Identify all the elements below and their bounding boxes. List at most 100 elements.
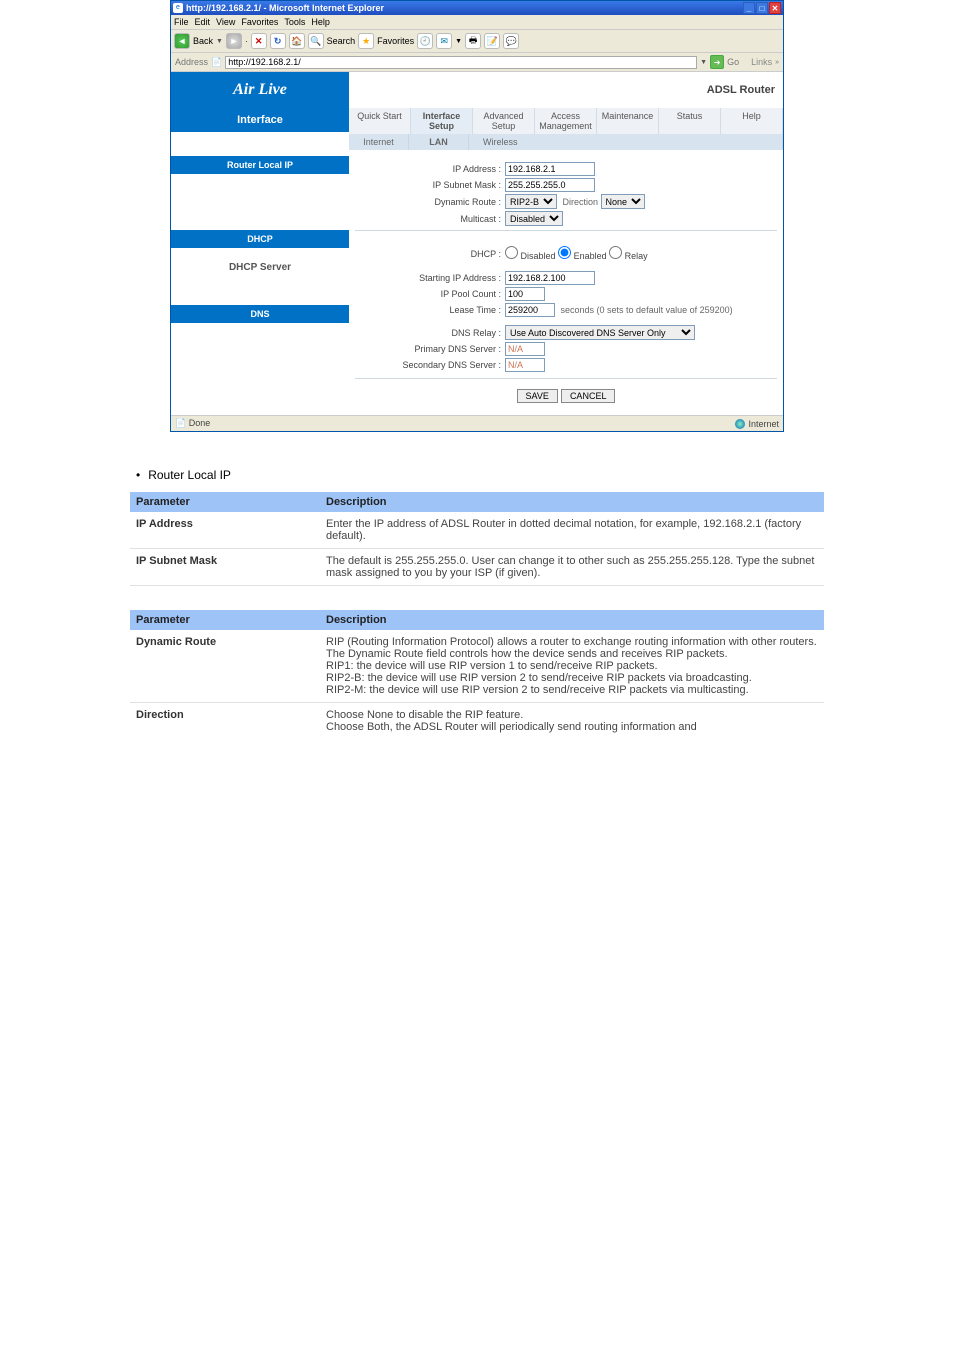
menu-file[interactable]: File <box>174 17 189 27</box>
close-button[interactable]: ✕ <box>769 2 781 14</box>
address-label: Address <box>175 57 208 67</box>
dynamic-route-label: Dynamic Route : <box>355 197 505 207</box>
home-button[interactable]: 🏠 <box>289 33 305 49</box>
ip-address-label: IP Address : <box>355 164 505 174</box>
subtab-lan[interactable]: LAN <box>409 134 469 150</box>
back-button[interactable]: ◄ <box>174 33 190 49</box>
table-cell: IP Subnet Mask <box>130 549 320 586</box>
direction-label: Direction <box>563 197 599 207</box>
history-icon[interactable]: 🕘 <box>417 33 433 49</box>
table-cell: IP Address <box>130 512 320 549</box>
refresh-button[interactable]: ↻ <box>270 33 286 49</box>
back-label: Back <box>193 36 213 46</box>
mail-icon[interactable]: ✉ <box>436 33 452 49</box>
dhcp-enabled-radio[interactable]: Enabled <box>558 251 607 261</box>
table-header: Description <box>320 492 824 512</box>
status-text: Done <box>189 418 211 428</box>
titlebar: e http://192.168.2.1/ - Microsoft Intern… <box>171 1 783 15</box>
forward-button[interactable]: ► <box>226 33 242 49</box>
tab-interface-setup[interactable]: Interface Setup <box>411 108 473 134</box>
done-icon: 📄 <box>175 418 186 428</box>
ip-address-input[interactable] <box>505 162 595 176</box>
dns-relay-select[interactable]: Use Auto Discovered DNS Server Only <box>505 325 695 340</box>
maximize-button[interactable]: □ <box>756 2 768 14</box>
go-button[interactable]: ➜ <box>710 55 724 69</box>
dhcp-label: DHCP : <box>355 249 505 259</box>
lease-time-label: Lease Time : <box>355 305 505 315</box>
subtab-wireless[interactable]: Wireless <box>469 134 783 150</box>
brand-logo: Air Live <box>171 72 349 108</box>
dynamic-route-select[interactable]: RIP2-B <box>505 194 557 209</box>
window-title: http://192.168.2.1/ - Microsoft Internet… <box>186 3 742 13</box>
stop-button[interactable]: ✕ <box>251 33 267 49</box>
table-cell: Choose None to disable the RIP feature. … <box>320 703 824 740</box>
url-icon: 📄 <box>211 57 222 68</box>
links-label[interactable]: Links <box>751 57 772 67</box>
edit-icon[interactable]: 📝 <box>484 33 500 49</box>
primary-dns-input[interactable] <box>505 342 545 356</box>
multicast-label: Multicast : <box>355 214 505 224</box>
address-input[interactable] <box>225 56 697 69</box>
direction-select[interactable]: None <box>601 194 645 209</box>
pool-count-input[interactable] <box>505 287 545 301</box>
doc-table-1: ParameterDescription IP AddressEnter the… <box>130 492 824 586</box>
subtab-internet[interactable]: Internet <box>349 134 409 150</box>
dns-relay-label: DNS Relay : <box>355 328 505 338</box>
print-icon[interactable]: 🖶 <box>465 33 481 49</box>
subnet-mask-label: IP Subnet Mask : <box>355 180 505 190</box>
tab-quick-start[interactable]: Quick Start <box>349 108 411 134</box>
statusbar: 📄 Done Internet <box>171 415 783 431</box>
cancel-button[interactable]: CANCEL <box>561 389 616 403</box>
search-label[interactable]: Search <box>327 36 356 46</box>
table-cell: The default is 255.255.255.0. User can c… <box>320 549 824 586</box>
lease-time-input[interactable] <box>505 303 555 317</box>
search-icon[interactable]: 🔍 <box>308 33 324 49</box>
table-cell: Enter the IP address of ADSL Router in d… <box>320 512 824 549</box>
go-label: Go <box>727 57 739 67</box>
multicast-select[interactable]: Disabled <box>505 211 563 226</box>
save-button[interactable]: SAVE <box>517 389 558 403</box>
primary-dns-label: Primary DNS Server : <box>355 344 505 354</box>
start-ip-input[interactable] <box>505 271 595 285</box>
favorites-label[interactable]: Favorites <box>377 36 414 46</box>
table-header: Parameter <box>130 610 320 630</box>
table-header: Description <box>320 610 824 630</box>
pool-count-label: IP Pool Count : <box>355 289 505 299</box>
tab-access-management[interactable]: Access Management <box>535 108 597 134</box>
tab-advanced-setup[interactable]: Advanced Setup <box>473 108 535 134</box>
left-heading: Interface <box>171 108 349 132</box>
section-router-local-ip: Router Local IP <box>171 156 349 174</box>
section-dns: DNS <box>171 305 349 323</box>
tab-maintenance[interactable]: Maintenance <box>597 108 659 134</box>
dhcp-relay-radio[interactable]: Relay <box>609 251 648 261</box>
dhcp-disabled-radio[interactable]: Disabled <box>505 251 556 261</box>
menu-favorites[interactable]: Favorites <box>241 17 278 27</box>
addressbar: Address 📄 ▼ ➜ Go Links » <box>171 53 783 72</box>
subnet-mask-input[interactable] <box>505 178 595 192</box>
menu-tools[interactable]: Tools <box>284 17 305 27</box>
secondary-dns-input[interactable] <box>505 358 545 372</box>
table-header: Parameter <box>130 492 320 512</box>
tab-status[interactable]: Status <box>659 108 721 134</box>
minimize-button[interactable]: _ <box>743 2 755 14</box>
doc-bullet: Router Local IP <box>136 468 824 482</box>
secondary-dns-label: Secondary DNS Server : <box>355 360 505 370</box>
toolbar: ◄ Back ▼ ► · ✕ ↻ 🏠 🔍 Search ★ Favorites … <box>171 30 783 53</box>
internet-icon <box>735 419 745 429</box>
menubar: File Edit View Favorites Tools Help <box>171 15 783 30</box>
table-cell: Direction <box>130 703 320 740</box>
dhcp-server-label: DHCP Server <box>171 248 349 287</box>
table-cell: Dynamic Route <box>130 630 320 703</box>
table-cell: RIP (Routing Information Protocol) allow… <box>320 630 824 703</box>
product-name: ADSL Router <box>349 84 783 96</box>
menu-edit[interactable]: Edit <box>195 17 211 27</box>
tab-help[interactable]: Help <box>721 108 783 134</box>
favorites-icon[interactable]: ★ <box>358 33 374 49</box>
doc-table-2: ParameterDescription Dynamic RouteRIP (R… <box>130 610 824 739</box>
menu-help[interactable]: Help <box>311 17 330 27</box>
section-dhcp: DHCP <box>171 230 349 248</box>
ie-icon: e <box>173 3 183 13</box>
discuss-icon[interactable]: 💬 <box>503 33 519 49</box>
zone-label: Internet <box>748 419 779 429</box>
menu-view[interactable]: View <box>216 17 235 27</box>
